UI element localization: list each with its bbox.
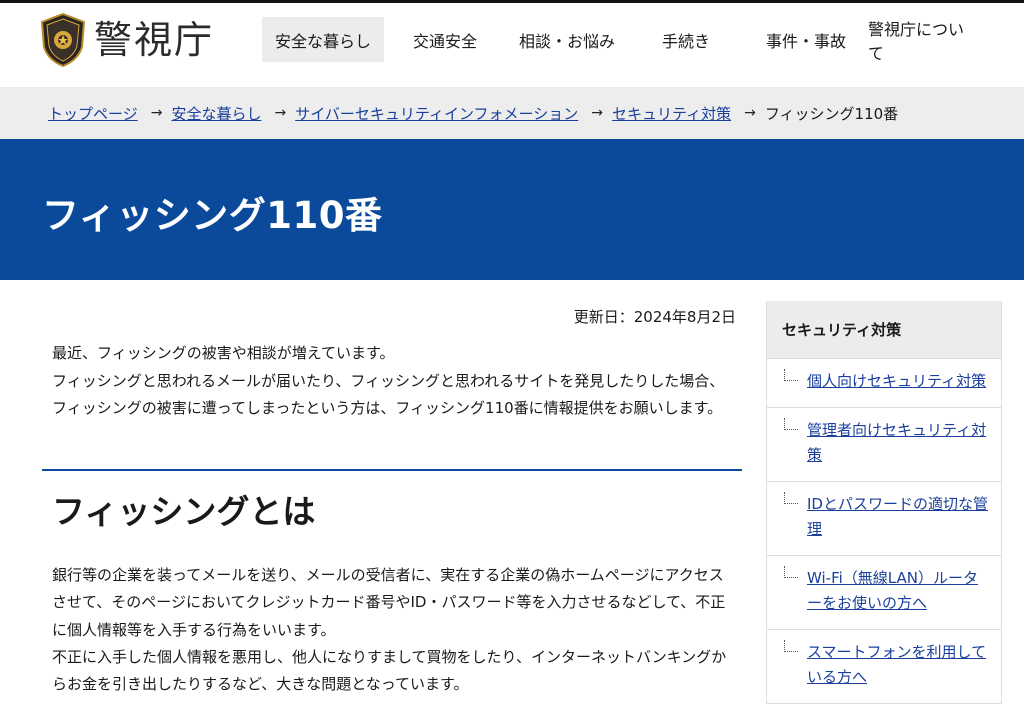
sidebar-nav: セキュリティ対策 個人向けセキュリティ対策 管理者向けセキュリティ対策 IDとパ… [766, 301, 1002, 704]
nav-item-about[interactable]: 警視庁について [868, 17, 974, 63]
tree-branch-icon [784, 565, 798, 578]
breadcrumb-link-safe-living[interactable]: 安全な暮らし [171, 103, 261, 124]
nav-item-incidents[interactable]: 事件・事故 [744, 17, 868, 62]
breadcrumb-link-top[interactable]: トップページ [48, 103, 138, 124]
breadcrumb-arrow-icon: → [150, 105, 163, 121]
site-logo-text: 警視庁 [94, 18, 215, 62]
page-title: フィッシング110番 [42, 194, 383, 237]
breadcrumb-link-security-measures[interactable]: セキュリティ対策 [612, 103, 731, 124]
nav-item-consultation[interactable]: 相談・お悩み [506, 17, 628, 62]
breadcrumb-current: フィッシング110番 [764, 104, 899, 123]
lead-paragraph: フィッシングと思われるメールが届いたり、フィッシングと思われるサイトを発見したり… [52, 371, 725, 418]
tree-branch-icon [784, 369, 798, 381]
lead-paragraph: 最近、フィッシングの被害や相談が増えています。 [52, 344, 395, 362]
site-header: 警視庁 安全な暮らし 交通安全 相談・お悩み 手続き 事件・事故 警視庁について [0, 3, 1024, 87]
breadcrumb: トップページ → 安全な暮らし → サイバーセキュリティインフォメーション → … [0, 87, 1024, 139]
nav-item-traffic-safety[interactable]: 交通安全 [384, 17, 506, 62]
tree-branch-icon [784, 639, 798, 652]
lead-text: 最近、フィッシングの被害や相談が増えています。 フィッシングと思われるメールが届… [52, 340, 732, 423]
sidebar-heading: セキュリティ対策 [767, 301, 1001, 358]
nav-item-safe-living[interactable]: 安全な暮らし [262, 17, 384, 62]
breadcrumb-link-cyber-security-info[interactable]: サイバーセキュリティインフォメーション [295, 103, 578, 124]
sidebar-link-admin-security[interactable]: 管理者向けセキュリティ対策 [807, 421, 986, 465]
breadcrumb-arrow-icon: → [591, 105, 603, 121]
global-nav: 安全な暮らし 交通安全 相談・お悩み 手続き 事件・事故 警視庁について [262, 17, 974, 63]
sidebar-item: 個人向けセキュリティ対策 [767, 358, 1001, 407]
breadcrumb-arrow-icon: → [744, 105, 756, 121]
sidebar-item: 管理者向けセキュリティ対策 [767, 406, 1001, 481]
tree-branch-icon [784, 417, 798, 430]
breadcrumb-arrow-icon: → [274, 105, 287, 121]
tree-branch-icon [784, 491, 798, 504]
section-paragraph: 不正に入手した個人情報を悪用し、他人になりすまして買物をしたり、インターネットバ… [52, 647, 727, 694]
site-logo[interactable]: 警視庁 [40, 13, 214, 67]
sidebar-link-wifi-router[interactable]: Wi-Fi（無線LAN）ルーターをお使いの方へ [807, 569, 978, 613]
police-emblem-icon [40, 13, 86, 67]
sidebar-item: Wi-Fi（無線LAN）ルーターをお使いの方へ [767, 554, 1001, 629]
nav-item-procedures[interactable]: 手続き [628, 17, 744, 62]
sidebar-item: IDとパスワードの適切な管理 [767, 480, 1001, 555]
section-heading: フィッシングとは [52, 492, 316, 531]
section-heading-wrap: フィッシングとは [42, 469, 742, 533]
sidebar-link-personal-security[interactable]: 個人向けセキュリティ対策 [807, 372, 986, 390]
section-paragraph: 銀行等の企業を装ってメールを送り、メールの受信者に、実在する企業の偽ホームページ… [52, 566, 726, 639]
section-body: 銀行等の企業を装ってメールを送り、メールの受信者に、実在する企業の偽ホームページ… [52, 562, 732, 698]
sidebar-link-id-password[interactable]: IDとパスワードの適切な管理 [807, 495, 988, 539]
sidebar-link-smartphone[interactable]: スマートフォンを利用している方へ [807, 643, 986, 687]
updated-date: 更新日：2024年8月2日 [573, 308, 736, 326]
sidebar-item: スマートフォンを利用している方へ [767, 628, 1001, 703]
page-title-band: フィッシング110番 [0, 139, 1024, 280]
